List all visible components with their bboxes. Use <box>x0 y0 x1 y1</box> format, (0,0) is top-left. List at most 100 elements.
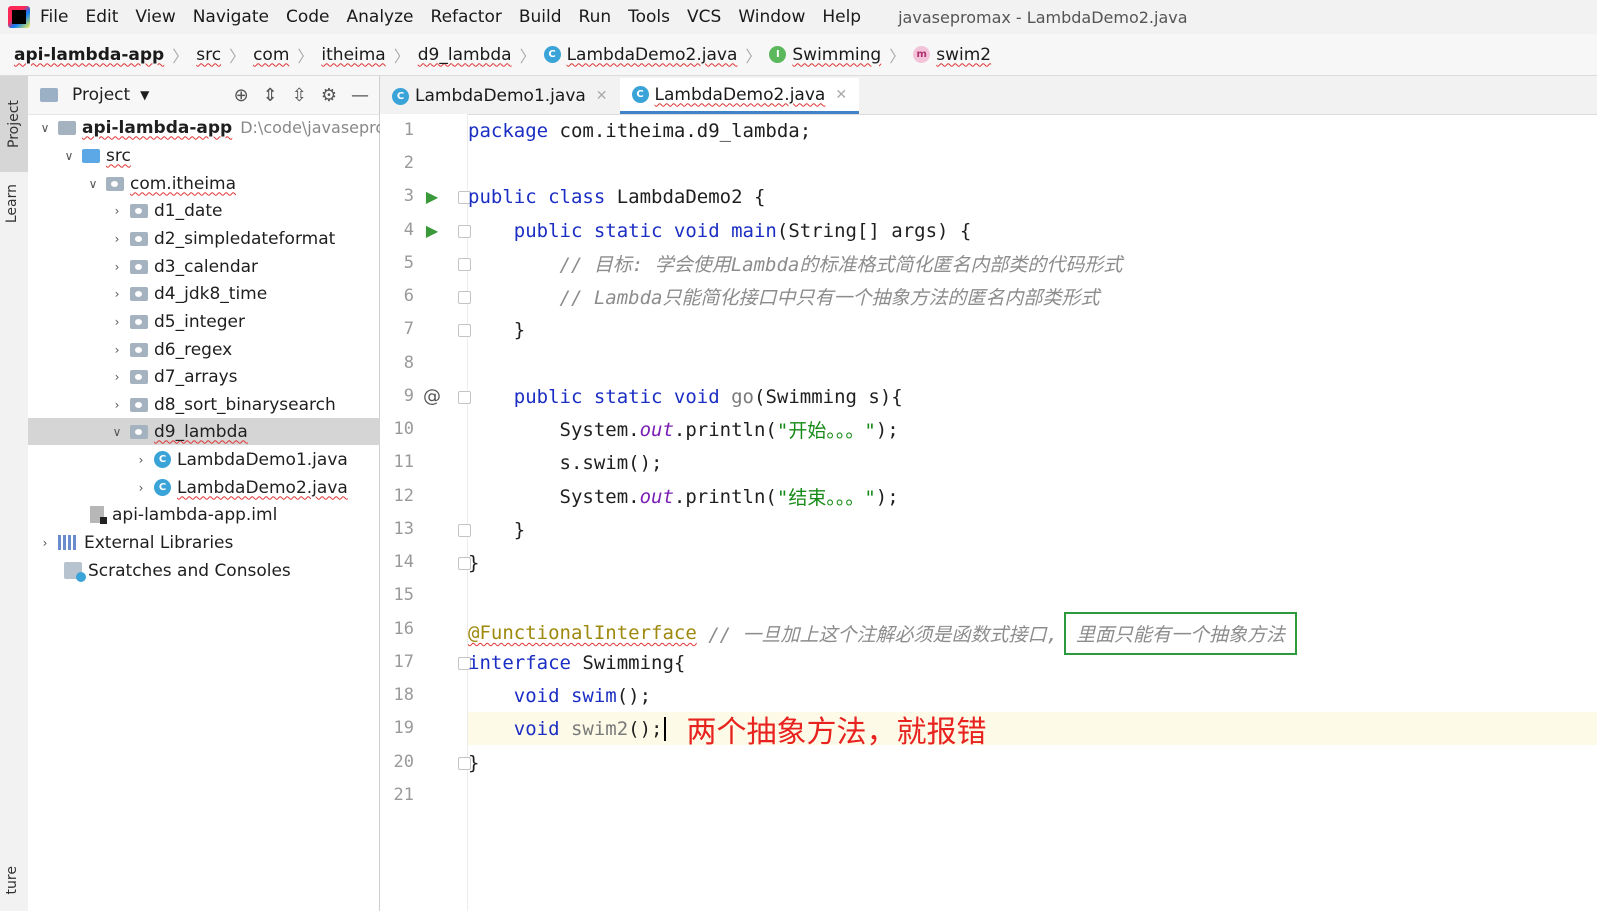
tree-scratches[interactable]: Scratches and Consoles <box>28 557 415 584</box>
menu-code[interactable]: Code <box>286 7 330 27</box>
tree-root[interactable]: ∨ api-lambda-app D:\code\javasepro <box>28 114 389 141</box>
tree-folder-label: d6_regex <box>154 339 233 360</box>
menu-window[interactable]: Window <box>738 7 805 27</box>
package-icon <box>130 231 148 246</box>
close-icon[interactable]: ✕ <box>835 87 847 103</box>
code-text: (String[] args) { <box>776 219 972 242</box>
project-panel-title[interactable]: Project <box>72 85 130 105</box>
line-number: 14 <box>393 552 414 572</box>
chevron-right-icon[interactable]: › <box>110 370 124 384</box>
implemented-icon[interactable]: @ <box>423 380 441 413</box>
tree-src[interactable]: ∨ src <box>28 142 413 169</box>
chevron-right-icon[interactable]: › <box>110 232 124 246</box>
keyword: public static void <box>468 219 720 242</box>
java-class-icon: C <box>631 86 649 103</box>
run-main-icon[interactable]: ▶ <box>424 214 440 247</box>
tree-root-label: api-lambda-app <box>82 117 233 138</box>
structure-tool-tab[interactable]: ture <box>4 866 20 894</box>
menu-analyze[interactable]: Analyze <box>347 7 414 27</box>
line-number: 9 <box>403 386 414 406</box>
breadcrumb-file[interactable]: C LambdaDemo2.java <box>543 45 737 65</box>
code-text: (); <box>628 717 663 740</box>
breadcrumb-src[interactable]: src <box>196 45 221 65</box>
java-class-icon: C <box>392 87 409 105</box>
keyword: public static void <box>468 385 720 408</box>
package-icon <box>130 424 148 439</box>
chevron-right-icon[interactable]: › <box>110 260 124 274</box>
chevron-right-icon[interactable]: › <box>110 287 124 301</box>
breadcrumb-interface-label: Swimming <box>792 44 882 65</box>
code-line-1: package com.itheima.d9_lambda; <box>468 114 1597 147</box>
tree-external-libraries[interactable]: › External Libraries <box>28 529 389 556</box>
menu-file[interactable]: File <box>40 7 68 27</box>
package-icon <box>130 314 148 329</box>
menu-navigate[interactable]: Navigate <box>193 7 269 27</box>
editor-gutter[interactable]: 1 2 3 4 5 6 7 8 9 10 11 12 13 14 15 16 1… <box>380 114 471 911</box>
chevron-right-icon[interactable]: › <box>134 453 148 467</box>
code-text: } <box>468 751 480 774</box>
menu-help[interactable]: Help <box>822 7 861 27</box>
chevron-right-icon[interactable]: › <box>110 315 124 329</box>
chevron-down-icon[interactable]: ∨ <box>38 121 52 135</box>
tab-lambdademo2[interactable]: C LambdaDemo2.java ✕ <box>619 78 860 114</box>
run-class-icon[interactable]: ▶ <box>424 180 440 213</box>
menu-refactor[interactable]: Refactor <box>431 7 502 27</box>
chevron-down-icon[interactable]: ∨ <box>62 149 76 163</box>
tab-label: LambdaDemo2.java <box>654 84 826 105</box>
code-line-7: } <box>468 313 1597 346</box>
code-area[interactable]: package com.itheima.d9_lambda; public cl… <box>468 114 1597 911</box>
project-view-icon <box>40 88 58 102</box>
code-line-14: } <box>468 546 1597 579</box>
left-tool-strip: Project Learn ture <box>0 76 29 911</box>
locate-file-icon[interactable]: ⊕ <box>234 85 249 106</box>
chevron-right-icon[interactable]: › <box>110 343 124 357</box>
learn-tool-tab[interactable]: Learn <box>4 184 20 223</box>
line-number: 11 <box>393 452 414 472</box>
menu-tools[interactable]: Tools <box>628 7 670 27</box>
menu-view[interactable]: View <box>135 7 175 27</box>
structure-tool-tab-label: ture <box>4 866 20 895</box>
java-class-icon: C <box>154 479 171 496</box>
line-number: 3 <box>403 186 414 206</box>
breadcrumb-itheima[interactable]: itheima <box>321 45 385 65</box>
chevron-right-icon[interactable]: › <box>134 481 148 495</box>
tree-package[interactable]: ∨ com.itheima <box>28 170 437 197</box>
code-text: com.itheima.d9_lambda; <box>548 119 812 142</box>
code-line-11: s.swim(); <box>468 446 1597 479</box>
project-tool-tab[interactable]: Project <box>0 76 28 172</box>
tree-folder-label: d7_arrays <box>154 366 238 387</box>
chevron-right-icon: 〉 <box>297 46 314 66</box>
chevron-down-icon[interactable]: ∨ <box>86 177 100 191</box>
chevron-right-icon[interactable]: › <box>110 204 124 218</box>
hide-panel-icon[interactable]: — <box>351 85 369 106</box>
keyword: void <box>468 717 560 740</box>
menu-edit[interactable]: Edit <box>85 7 118 27</box>
menu-run[interactable]: Run <box>579 7 612 27</box>
collapse-all-icon[interactable]: ⇳ <box>292 85 307 106</box>
breadcrumb-d9-lambda[interactable]: d9_lambda <box>418 45 512 65</box>
close-icon[interactable]: ✕ <box>596 88 608 104</box>
project-panel-tools: ⊕ ⇕ ⇳ ⚙ — <box>234 85 369 106</box>
editor: C LambdaDemo1.java ✕ C LambdaDemo2.java … <box>380 76 1597 911</box>
tab-lambdademo1[interactable]: C LambdaDemo1.java ✕ <box>380 78 620 114</box>
intellij-logo-icon <box>8 6 30 28</box>
tree-folder-label: d5_integer <box>154 311 245 332</box>
tree-iml-label: api-lambda-app.iml <box>112 504 278 525</box>
chevron-down-icon[interactable]: ▼ <box>140 88 149 102</box>
code-text: s.swim(); <box>468 451 663 474</box>
breadcrumb-method[interactable]: m swim2 <box>913 45 991 65</box>
expand-all-icon[interactable]: ⇕ <box>263 85 278 106</box>
chevron-right-icon[interactable]: › <box>110 398 124 412</box>
breadcrumb-project[interactable]: api-lambda-app <box>14 45 164 65</box>
annotation: @FunctionalInterface <box>468 622 697 644</box>
gear-icon[interactable]: ⚙ <box>321 85 337 106</box>
line-number: 8 <box>403 353 414 373</box>
chevron-right-icon[interactable]: › <box>38 536 52 550</box>
menu-vcs[interactable]: VCS <box>687 7 721 27</box>
breadcrumb-com[interactable]: com <box>253 45 289 65</box>
breadcrumb-interface[interactable]: I Swimming <box>769 45 881 65</box>
comment: // Lambda只能简化接口中只有一个抽象方法的匿名内部类形式 <box>468 287 1100 309</box>
code-line-5: // 目标: 学会使用Lambda的标准格式简化匿名内部类的代码形式 <box>468 247 1597 280</box>
menu-build[interactable]: Build <box>519 7 562 27</box>
chevron-down-icon[interactable]: ∨ <box>110 425 124 439</box>
